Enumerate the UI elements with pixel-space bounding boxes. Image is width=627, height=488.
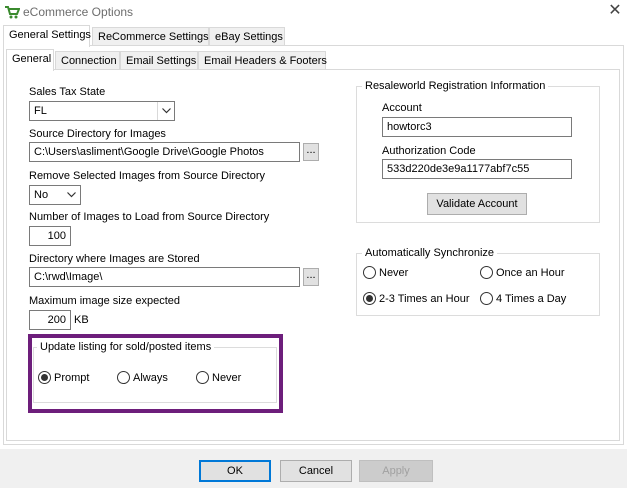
- num-images-label: Number of Images to Load from Source Dir…: [29, 211, 270, 223]
- chevron-down-icon[interactable]: [63, 186, 80, 204]
- sync-hourly-radio[interactable]: [480, 266, 493, 279]
- source-dir-input[interactable]: C:\Users\asliment\Google Drive\Google Ph…: [29, 142, 300, 162]
- ok-button[interactable]: OK: [199, 460, 271, 482]
- title-bar: eCommerce Options ✕: [0, 0, 627, 24]
- tab-general[interactable]: General: [6, 49, 54, 71]
- tab-general-settings[interactable]: General Settings: [3, 25, 91, 47]
- window-title: eCommerce Options: [23, 5, 134, 19]
- tab-ebay-settings[interactable]: eBay Settings: [209, 27, 285, 47]
- tab-email-settings[interactable]: Email Settings: [120, 51, 198, 71]
- sales-tax-state-select[interactable]: FL: [29, 101, 175, 121]
- sync-never-label[interactable]: Never: [379, 267, 408, 279]
- tab-email-headers-footers[interactable]: Email Headers & Footers: [198, 51, 327, 71]
- max-size-input[interactable]: 200: [29, 310, 71, 330]
- tab-recommerce-settings[interactable]: ReCommerce Settings: [92, 27, 209, 47]
- sync-4-daily-label[interactable]: 4 Times a Day: [496, 293, 566, 305]
- tab-connection[interactable]: Connection: [55, 51, 120, 71]
- sync-group: [356, 253, 600, 316]
- sales-tax-state-value: FL: [34, 105, 47, 117]
- account-input[interactable]: howtorc3: [382, 117, 572, 137]
- sync-never-radio[interactable]: [363, 266, 376, 279]
- sync-2-3-hourly-label[interactable]: 2-3 Times an Hour: [379, 293, 469, 305]
- highlight-box: [28, 334, 283, 413]
- apply-button[interactable]: Apply: [359, 460, 433, 482]
- remove-images-value: No: [34, 189, 49, 201]
- auth-code-input[interactable]: 533d220de3e9a1177abf7c55: [382, 159, 572, 179]
- chevron-down-icon[interactable]: [157, 102, 174, 120]
- validate-account-button[interactable]: Validate Account: [427, 193, 527, 215]
- source-dir-label: Source Directory for Images: [29, 128, 166, 140]
- stored-dir-browse-button[interactable]: ...: [303, 268, 319, 286]
- sales-tax-state-label: Sales Tax State: [29, 86, 106, 98]
- stored-dir-label: Directory where Images are Stored: [29, 253, 200, 265]
- cancel-button[interactable]: Cancel: [280, 460, 352, 482]
- remove-images-label: Remove Selected Images from Source Direc…: [29, 170, 265, 182]
- close-icon[interactable]: ✕: [606, 2, 624, 20]
- auth-code-label: Authorization Code: [382, 145, 476, 157]
- max-size-label: Maximum image size expected: [29, 295, 181, 307]
- app-icon: [4, 4, 21, 20]
- sync-hourly-label[interactable]: Once an Hour: [496, 267, 564, 279]
- registration-title: Resaleworld Registration Information: [362, 80, 549, 92]
- sync-4-daily-radio[interactable]: [480, 292, 493, 305]
- num-images-input[interactable]: 100: [29, 226, 71, 246]
- max-size-unit: KB: [74, 314, 89, 326]
- stored-dir-input[interactable]: C:\rwd\Image\: [29, 267, 300, 287]
- source-dir-browse-button[interactable]: ...: [303, 143, 319, 161]
- sync-2-3-hourly-radio[interactable]: [363, 292, 376, 305]
- sync-title: Automatically Synchronize: [362, 247, 498, 259]
- account-label: Account: [382, 102, 422, 114]
